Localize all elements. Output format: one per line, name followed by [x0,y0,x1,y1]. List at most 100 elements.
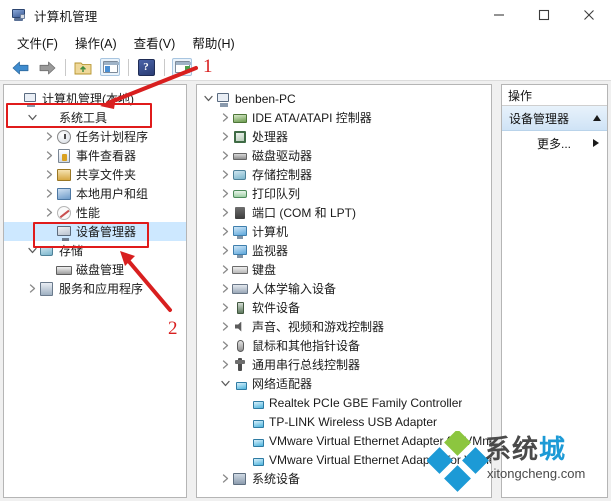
chevron-right-icon[interactable] [218,339,232,353]
device-tree-item[interactable]: 打印队列 [197,184,491,203]
device-tree-item[interactable]: VMware Virtual Ethernet Adapter for VMne… [197,431,491,450]
computer-monitor-icon [232,224,248,240]
chevron-right-icon[interactable] [218,168,232,182]
chevron-right-icon[interactable] [218,301,232,315]
device-tree-item-label: VMware Virtual Ethernet Adapter for VMne… [269,433,491,448]
chevron-right-icon[interactable] [218,472,232,486]
chevron-right-icon[interactable] [218,149,232,163]
console-tree-item[interactable]: 本地用户和组 [4,184,186,203]
help-button[interactable]: ? [134,56,158,78]
chevron-right-icon[interactable] [218,130,232,144]
chevron-right-icon[interactable] [218,244,232,258]
show-action-pane-button[interactable] [170,56,194,78]
device-tree-item[interactable]: 通用串行总线控制器 [197,355,491,374]
chevron-right-icon[interactable] [42,187,56,201]
chevron-right-icon[interactable] [218,111,232,125]
processor-icon [232,129,248,145]
menu-bar: 文件(F) 操作(A) 查看(V) 帮助(H) [0,30,611,54]
chevron-right-icon[interactable] [25,282,39,296]
chevron-right-icon[interactable] [218,225,232,239]
annotation-number-1: 1 [203,56,213,77]
toolbar-separator [65,58,66,76]
device-tree-item-label: 计算机 [252,225,289,239]
port-icon [232,205,248,221]
device-tree-item[interactable]: Realtek PCIe GBE Family Controller [197,393,491,412]
back-button[interactable] [8,56,32,78]
disk-management-icon [56,262,72,278]
chevron-down-icon[interactable] [218,377,232,391]
device-tree-item-label: 存储控制器 [252,168,313,182]
device-tree-item-label: benben-PC [235,91,296,106]
device-tree-item[interactable]: 键盘 [197,260,491,279]
actions-more-label: 更多... [536,136,571,151]
device-tree-item[interactable]: VMware Virtual Ethernet Adapter for VMne… [197,450,491,469]
device-tree-item[interactable]: 声音、视频和游戏控制器 [197,317,491,336]
device-tree-item[interactable]: 人体学输入设备 [197,279,491,298]
menu-view[interactable]: 查看(V) [126,31,185,54]
close-button[interactable] [566,0,611,30]
device-tree-item-label: 人体学输入设备 [252,282,337,296]
actions-section-device-manager[interactable]: 设备管理器 [502,106,607,131]
services-applications-icon [39,281,55,297]
up-folder-button[interactable] [71,56,95,78]
device-tree-item[interactable]: 鼠标和其他指针设备 [197,336,491,355]
device-tree-item[interactable]: 磁盘驱动器 [197,146,491,165]
forward-button[interactable] [35,56,59,78]
task-scheduler-icon [56,129,72,145]
chevron-right-icon[interactable] [218,282,232,296]
usb-controller-icon [232,357,248,373]
show-console-tree-button[interactable] [98,56,122,78]
device-tree-item-label: 监视器 [252,244,289,258]
triangle-up-icon[interactable] [593,115,601,121]
chevron-right-icon[interactable] [218,206,232,220]
console-tree-item-label: 任务计划程序 [76,130,149,144]
console-tree-item[interactable]: 服务和应用程序 [4,279,186,298]
system-device-icon [232,471,248,487]
chevron-down-icon[interactable] [201,92,215,106]
device-tree-item[interactable]: benben-PC [197,89,491,108]
device-tree-item[interactable]: 计算机 [197,222,491,241]
actions-more-item[interactable]: 更多... [502,131,607,155]
maximize-button[interactable] [521,0,566,30]
chevron-right-icon[interactable] [218,263,232,277]
menu-help[interactable]: 帮助(H) [184,31,243,54]
device-tree-item[interactable]: 监视器 [197,241,491,260]
chevron-right-icon[interactable] [218,187,232,201]
print-queue-icon [232,186,248,202]
chevron-right-icon[interactable] [218,358,232,372]
chevron-right-icon[interactable] [218,320,232,334]
device-tree-item[interactable]: 软件设备 [197,298,491,317]
annotation-box-device-manager [33,222,149,248]
shared-folders-icon [56,167,72,183]
device-manager-panel[interactable]: benben-PC IDE ATA/ATAPI 控制器 处理器 磁盘驱动器存储控制器打… [196,84,492,498]
computer-management-window: 计算机管理 文件(F) 操作(A) 查看(V) 帮助(H) ? 计算机管理(本地… [0,0,611,501]
sound-video-game-icon [232,319,248,335]
computer-icon [215,91,231,107]
console-tree-item[interactable]: 事件查看器 [4,146,186,165]
console-tree-item[interactable]: 任务计划程序 [4,127,186,146]
console-tree-item[interactable]: 磁盘管理 [4,260,186,279]
chevron-right-icon[interactable] [42,149,56,163]
chevron-right-icon[interactable] [42,168,56,182]
device-tree-item[interactable]: 系统设备 [197,469,491,488]
menu-action[interactable]: 操作(A) [67,31,126,54]
device-tree-item[interactable]: 存储控制器 [197,165,491,184]
minimize-button[interactable] [476,0,521,30]
network-device-icon [249,452,265,468]
menu-file[interactable]: 文件(F) [9,31,67,54]
chevron-right-icon[interactable] [42,130,56,144]
toolbar-separator-2 [128,58,129,76]
chevron-right-icon[interactable] [42,206,56,220]
device-tree-item[interactable]: 处理器 [197,127,491,146]
console-tree-item[interactable]: 性能 [4,203,186,222]
actions-panel[interactable]: 操作 设备管理器 更多... [501,84,608,498]
device-tree-item[interactable]: IDE ATA/ATAPI 控制器 [197,108,491,127]
device-tree-item[interactable]: 端口 (COM 和 LPT) [197,203,491,222]
performance-icon [56,205,72,221]
device-tree-item[interactable]: TP-LINK Wireless USB Adapter [197,412,491,431]
console-tree-item-label: 性能 [76,206,101,220]
console-tree-panel[interactable]: 计算机管理(本地) 系统工具 任务计划程序 事件查看器 共享文件夹 本地用户和组 性能 设备管… [3,84,187,498]
console-tree-item[interactable]: 共享文件夹 [4,165,186,184]
device-tree-item[interactable]: 网络适配器 [197,374,491,393]
device-tree-item-label: 软件设备 [252,301,301,315]
